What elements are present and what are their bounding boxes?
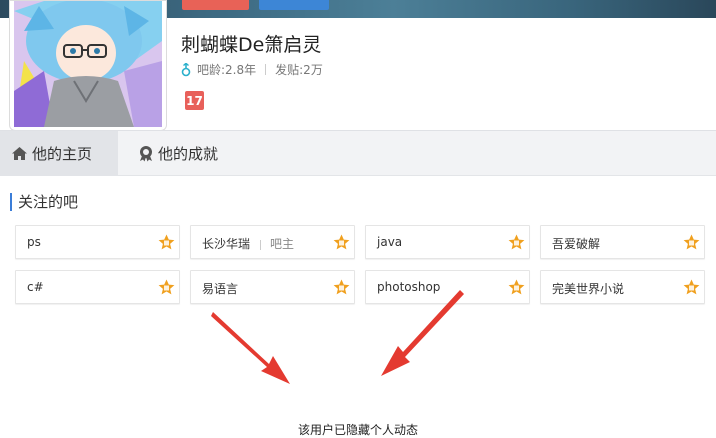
home-icon [12,147,27,160]
meta-divider [265,64,267,75]
user-meta: 吧龄:2.8年 发贴:2万 [180,61,323,78]
message-button[interactable] [259,0,329,10]
left-arrow-icon [211,312,290,384]
avatar-image [14,1,162,127]
profile-tabs: 他的主页 他的成就 [0,130,716,176]
hidden-activity-message: 该用户已隐藏个人动态 [297,423,418,437]
bar-card[interactable]: ps [15,225,180,259]
bar-role-divider [260,239,262,250]
male-gender-icon [181,62,191,76]
bar-role: 吧主 [270,237,295,251]
bar-card[interactable]: photoshop [365,270,530,304]
bar-card[interactable]: java [365,225,530,259]
bar-age: 吧龄:2.8年 [197,63,257,77]
bar-card[interactable]: 长沙华瑞 吧主 [190,225,355,259]
tab-achievements[interactable]: 他的成就 [130,131,218,176]
tab-home[interactable]: 他的主页 [0,131,118,176]
medal-icon [140,146,152,162]
bar-name: photoshop [377,280,441,294]
bar-card[interactable]: c# [15,270,180,304]
username: 刺蝴蝶De箫启灵 [181,34,322,56]
bar-name: 长沙华瑞 [202,237,251,251]
bar-name: java [377,235,403,249]
post-count: 发贴:2万 [275,63,323,77]
bar-level-icon [158,234,175,250]
bar-name-row: 长沙华瑞 吧主 [202,235,294,252]
follow-button[interactable] [182,0,249,10]
profile-header: 刺蝴蝶De箫启灵 吧龄:2.8年 发贴:2万 17 [0,0,716,131]
bar-name: 完美世界小说 [552,282,625,296]
followed-bars-title: 关注的吧 [10,193,78,211]
bar-level-icon [158,279,175,295]
bar-level-icon [508,279,525,295]
bar-name: ps [27,235,41,249]
avatar[interactable] [9,0,167,131]
badge-text: 17 [186,93,203,108]
bar-level-icon [508,234,525,250]
bar-card[interactable]: 完美世界小说 [540,270,705,304]
user-badge-icon[interactable]: 17 [185,91,204,110]
bar-name: 易语言 [202,282,239,296]
bar-level-icon [333,234,350,250]
tab-home-label: 他的主页 [32,145,93,163]
tab-achievements-label: 他的成就 [158,145,219,163]
bar-name: c# [27,280,44,294]
bar-card[interactable]: 易语言 [190,270,355,304]
bar-name: 吾爱破解 [552,237,601,251]
bar-level-icon [333,279,350,295]
bar-level-icon [683,234,700,250]
bar-card[interactable]: 吾爱破解 [540,225,705,259]
bar-level-icon [683,279,700,295]
